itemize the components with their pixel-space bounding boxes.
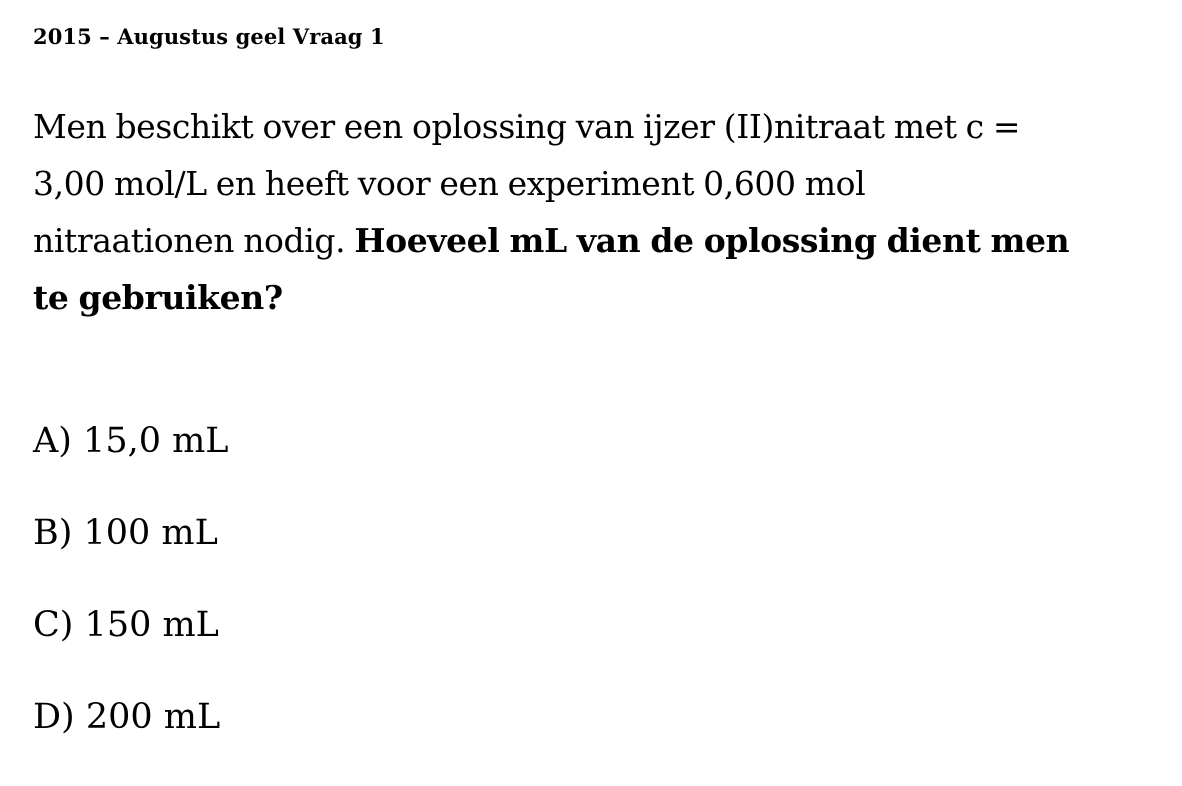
answer-option-c[interactable]: C) 150 mL [33, 602, 229, 694]
question-page: 2015 – Augustus geel Vraag 1 Men beschik… [0, 0, 1182, 758]
answer-option-a[interactable]: A) 15,0 mL [33, 418, 229, 510]
question-line-3: nitraationen nodig. Hoeveel mL van de op… [33, 212, 1168, 269]
question-line-3-normal: nitraationen nodig. [33, 221, 355, 260]
question-heading: 2015 – Augustus geel Vraag 1 [33, 24, 385, 49]
question-text: Men beschikt over een oplossing van ijze… [33, 98, 1168, 326]
answer-options: A) 15,0 mL B) 100 mL C) 150 mL D) 200 mL [33, 418, 229, 786]
question-prompt-bold: Hoeveel mL van de oplossing dient men [354, 221, 1070, 260]
question-line-1: Men beschikt over een oplossing van ijze… [33, 107, 1021, 146]
question-line-4: te gebruiken? [33, 278, 283, 317]
question-line-2: 3,00 mol/L en heeft voor een experiment … [33, 164, 866, 203]
answer-option-b[interactable]: B) 100 mL [33, 510, 229, 602]
answer-option-d[interactable]: D) 200 mL [33, 694, 229, 786]
